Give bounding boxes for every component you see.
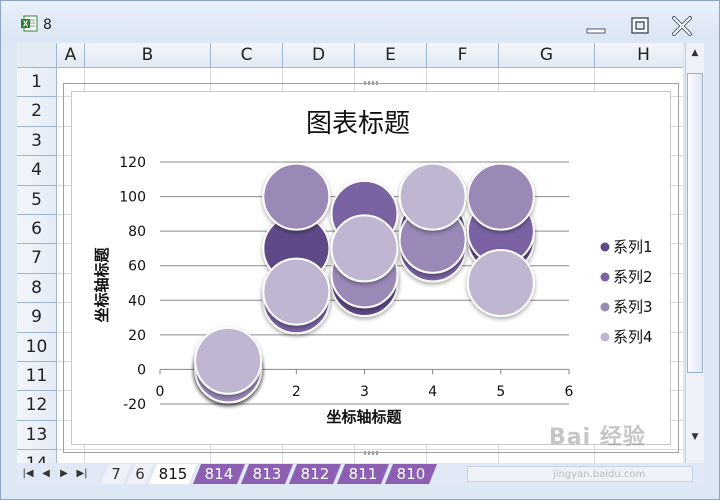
legend-marker-1 [600,242,610,252]
bubble-4 [330,214,399,283]
bubble-series [194,162,535,404]
column-header-e[interactable]: E [355,43,427,68]
legend-marker-3 [600,302,610,312]
title-bar: X 8 [1,1,719,41]
x-tick-label: 5 [496,384,505,400]
row-header-10[interactable]: 10 [17,332,57,362]
legend-label-4: 系列4 [613,328,653,346]
column-header-h[interactable]: H [595,43,683,68]
y-tick-label: 20 [128,328,146,344]
sheet-tab-7[interactable]: 7 [101,464,131,484]
column-header-g[interactable]: G [499,43,595,68]
y-tick-label: 0 [137,362,146,378]
row-header-4[interactable]: 4 [17,156,57,186]
scroll-down-arrow-icon[interactable]: ▼ [687,429,703,445]
bubble-4 [466,249,535,317]
row-header-5[interactable]: 5 [17,185,57,215]
row-header-9[interactable]: 9 [17,303,57,333]
vertical-scroll-thumb[interactable] [687,73,703,373]
row-header-11[interactable]: 11 [17,362,57,392]
x-tick-label: 2 [292,384,301,400]
sheet-tab-815[interactable]: 815 [149,464,197,484]
chart-resize-handle-bottom[interactable] [364,451,378,455]
scroll-up-arrow-icon[interactable]: ▲ [687,45,703,61]
x-tick-label: 0 [156,384,165,400]
sheet-tab-6[interactable]: 6 [127,464,153,484]
sheet-tab-811[interactable]: 811 [337,464,389,484]
excel-icon: X [21,15,38,32]
y-tick-label: 40 [128,293,146,309]
legend-label-1: 系列1 [613,238,653,256]
y-tick-label: 80 [128,224,146,240]
x-tick-label: 4 [428,384,437,400]
chart-title: 图表标题 [306,109,410,139]
y-tick-label: 120 [119,155,146,171]
select-all-corner[interactable] [17,43,57,68]
y-axis-labels: -20 0 20 40 60 80 100 120 [119,155,146,413]
x-axis-title: 坐标轴标题 [326,408,402,426]
chart-area[interactable]: 图表标题 坐标轴标题 坐标轴标题 -20020406080100120 0123… [71,91,671,445]
bubble-4 [398,162,467,231]
prev-sheet-icon[interactable]: ◀ [39,466,53,482]
column-header-c[interactable]: C [211,43,283,68]
bubble-4 [262,257,331,326]
legend-label-3: 系列3 [613,298,653,316]
row-header-14[interactable]: 14 [17,450,57,463]
sheet-tab-810[interactable]: 810 [385,464,437,484]
row-header-3[interactable]: 3 [17,126,57,157]
row-header-12[interactable]: 12 [17,391,57,421]
row-header-6[interactable]: 6 [17,215,57,245]
window-title: 8 [43,17,52,33]
minimize-button[interactable] [583,15,609,37]
sheet-tab-813[interactable]: 813 [241,464,293,484]
next-sheet-icon[interactable]: ▶ [57,466,71,482]
first-sheet-icon[interactable]: |◀ [21,466,35,482]
y-axis-title: 坐标轴标题 [93,247,111,323]
legend-marker-2 [600,272,610,282]
vertical-scrollbar[interactable]: ▲ ▼ [685,43,704,463]
x-tick-label: 6 [565,384,574,400]
row-header-13[interactable]: 13 [17,420,57,451]
bubble-4 [194,326,263,395]
last-sheet-icon[interactable]: ▶| [75,466,89,482]
y-tick-label: -20 [123,397,146,413]
column-header-a[interactable]: A [57,43,85,68]
bubble-3 [466,162,535,231]
column-header-f[interactable]: F [427,43,499,68]
chart-resize-handle-top[interactable] [364,81,378,85]
legend: 系列1 系列2 系列3 系列4 [600,238,653,346]
column-header-b[interactable]: B [85,43,211,68]
y-tick-label: 60 [128,259,146,275]
column-header-d[interactable]: D [283,43,355,68]
sheet-tab-812[interactable]: 812 [289,464,341,484]
row-header-2[interactable]: 2 [17,97,57,127]
row-header-8[interactable]: 8 [17,273,57,304]
svg-text:X: X [23,20,29,29]
status-strip [1,485,719,499]
close-button[interactable] [669,15,695,37]
watermark-url: jingyan.baidu.com [553,469,646,480]
y-tick-label: 100 [119,190,146,206]
bubble-chart: 图表标题 坐标轴标题 坐标轴标题 -20020406080100120 0123… [93,109,653,426]
row-header-1[interactable]: 1 [17,68,57,98]
sheet-tab-814[interactable]: 814 [193,464,245,484]
row-header-7[interactable]: 7 [17,244,57,274]
bubble-3 [262,162,331,231]
legend-marker-4 [600,332,610,342]
maximize-button[interactable] [627,15,653,37]
excel-window: X 8 ABCDEFGH1234567891011121314 ▲ ▼ [0,0,720,500]
x-tick-label: 3 [360,384,369,400]
watermark-logo: Bai 经验 [549,425,646,450]
legend-label-2: 系列2 [613,268,653,286]
